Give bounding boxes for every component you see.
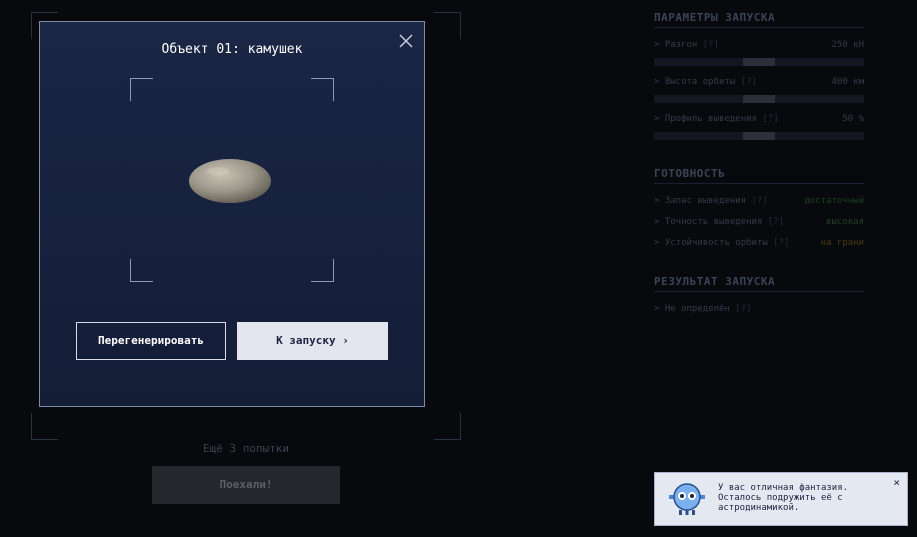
to-launch-button[interactable]: К запуску › <box>237 322 388 360</box>
profile-slider[interactable] <box>654 132 864 140</box>
result-item: > Не определён [?] <box>654 302 864 316</box>
toast-notification: У вас отличная фантазия. Осталось подруж… <box>654 472 908 526</box>
result-label: > Не определён <box>654 304 730 314</box>
status-value: высокая <box>826 217 864 227</box>
param-value: 400 км <box>831 77 864 87</box>
frame-corner <box>434 413 461 440</box>
help-button[interactable]: [?] <box>752 196 768 206</box>
toast-message: У вас отличная фантазия. Осталось подруж… <box>718 483 888 513</box>
help-button[interactable]: [?] <box>741 77 757 87</box>
param-value: 50 % <box>842 114 864 124</box>
readiness-label: > Устойчивость орбиты <box>654 238 768 248</box>
param-label: > Профиль выведения <box>654 114 757 124</box>
param-label: > Высота орбиты <box>654 77 736 87</box>
toast-line: Осталось подружить её с <box>718 493 843 503</box>
pebble-image <box>189 159 271 203</box>
help-button[interactable]: [?] <box>735 304 751 314</box>
toast-line: астродинамикой. <box>718 503 800 513</box>
viewfinder-corner <box>311 259 334 282</box>
viewfinder-corner <box>311 78 334 101</box>
readiness-label: > Запас выведения <box>654 196 747 206</box>
param-value: 250 кН <box>831 40 864 50</box>
help-button[interactable]: [?] <box>768 217 784 227</box>
toast-close-icon[interactable]: × <box>893 476 900 489</box>
readiness-item: > Запас выведения [?] достаточный <box>654 194 864 208</box>
result-title: РЕЗУЛЬТАТ ЗАПУСКА <box>654 275 864 292</box>
modal-title: Объект 01: камушек <box>161 42 303 57</box>
help-button[interactable]: [?] <box>773 238 789 248</box>
regenerate-button[interactable]: Перегенерировать <box>76 322 226 360</box>
help-button[interactable]: [?] <box>703 40 719 50</box>
slider-thumb[interactable] <box>743 95 775 103</box>
altitude-slider[interactable] <box>654 95 864 103</box>
attempts-remaining: Ещё 3 попытки <box>202 442 290 455</box>
param-thrust: > Разгон [?] 250 кН <box>654 38 864 66</box>
robot-mascot-icon <box>669 483 705 515</box>
param-orbit-altitude: > Высота орбиты [?] 400 км <box>654 75 864 103</box>
param-ascent-profile: > Профиль выведения [?] 50 % <box>654 112 864 140</box>
slider-thumb[interactable] <box>743 132 775 140</box>
launch-params-title: ПАРАМЕТРЫ ЗАПУСКА <box>654 11 864 28</box>
right-panel: ПАРАМЕТРЫ ЗАПУСКА > Разгон [?] 250 кН > … <box>654 11 864 323</box>
status-value: достаточный <box>804 196 864 206</box>
object-modal: Объект 01: камушек Перегенерировать К за… <box>39 21 425 407</box>
param-label: > Разгон <box>654 40 698 50</box>
help-button[interactable]: [?] <box>762 114 778 124</box>
viewfinder-corner <box>130 78 153 101</box>
slider-thumb[interactable] <box>743 58 775 66</box>
frame-corner <box>31 413 58 440</box>
readiness-item: > Устойчивость орбиты [?] на грани <box>654 236 864 250</box>
viewfinder-corner <box>130 259 153 282</box>
readiness-title: ГОТОВНОСТЬ <box>654 167 864 184</box>
object-viewfinder <box>130 78 334 282</box>
toast-line: У вас отличная фантазия. <box>718 483 849 493</box>
readiness-label: > Точность выведения <box>654 217 763 227</box>
status-value: на грани <box>820 238 864 248</box>
readiness-item: > Точность выведения [?] высокая <box>654 215 864 229</box>
go-button[interactable]: Поехали! <box>152 466 340 504</box>
close-icon[interactable] <box>398 33 414 49</box>
thrust-slider[interactable] <box>654 58 864 66</box>
frame-corner <box>434 12 461 39</box>
